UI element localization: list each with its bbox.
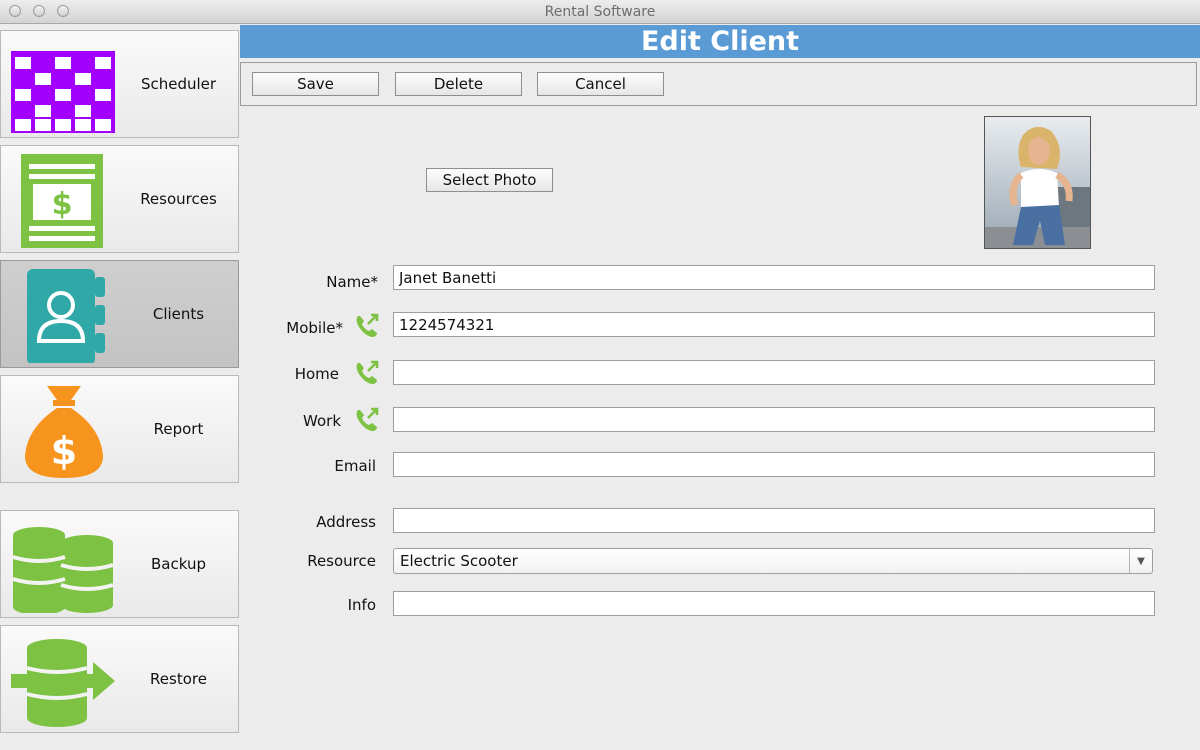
sidebar-item-resources[interactable]: $ Resources (0, 145, 239, 253)
mobile-field[interactable] (393, 312, 1155, 337)
phone-call-icon[interactable] (353, 359, 381, 387)
resource-selected-value: Electric Scooter (400, 552, 518, 570)
sidebar-item-label: Clients (152, 305, 205, 323)
window-title: Rental Software (544, 4, 656, 20)
delete-button[interactable]: Delete (395, 72, 522, 96)
address-field[interactable] (393, 508, 1155, 533)
info-label: Info (347, 596, 376, 614)
page-header: Edit Client (240, 25, 1200, 58)
sidebar-item-label: Backup (151, 555, 206, 573)
mobile-label: Mobile* (286, 319, 343, 337)
money-bag-icon: $ (25, 386, 103, 478)
database-icon (12, 527, 114, 613)
sidebar-item-backup[interactable]: Backup (0, 510, 239, 618)
sidebar-item-label: Resources (140, 190, 217, 208)
home-label: Home (294, 365, 339, 383)
restore-database-icon (11, 639, 115, 727)
select-photo-button[interactable]: Select Photo (426, 168, 553, 192)
email-field[interactable] (393, 452, 1155, 477)
sidebar-item-scheduler[interactable]: Scheduler (0, 30, 239, 138)
home-field[interactable] (393, 360, 1155, 385)
sidebar-item-label: Report (153, 420, 204, 438)
chevron-down-icon[interactable]: ▼ (1129, 549, 1152, 573)
address-book-icon (27, 269, 105, 363)
phone-call-icon[interactable] (353, 406, 381, 434)
sidebar-item-report[interactable]: $ Report (0, 375, 239, 483)
client-photo-image (985, 117, 1090, 248)
sidebar-item-clients[interactable]: Clients (0, 260, 239, 368)
info-field[interactable] (393, 591, 1155, 616)
page-title: Edit Client (640, 26, 800, 57)
toolbar: Save Delete Cancel (240, 62, 1197, 106)
svg-text:$: $ (52, 187, 73, 222)
work-label: Work (303, 412, 341, 430)
address-label: Address (316, 513, 376, 531)
resource-select[interactable]: Electric Scooter ▼ (393, 548, 1153, 574)
sidebar-item-restore[interactable]: Restore (0, 625, 239, 733)
work-field[interactable] (393, 407, 1155, 432)
cancel-button[interactable]: Cancel (537, 72, 664, 96)
sidebar-item-label: Scheduler (140, 75, 217, 93)
svg-text:$: $ (51, 429, 77, 473)
calendar-icon (11, 51, 115, 133)
name-field[interactable] (393, 265, 1155, 290)
name-label: Name* (326, 273, 378, 291)
phone-call-icon[interactable] (353, 312, 381, 340)
save-button[interactable]: Save (252, 72, 379, 96)
client-photo (984, 116, 1091, 249)
window-title-bar: Rental Software (0, 0, 1200, 24)
price-list-icon: $ (21, 154, 103, 248)
sidebar-item-label: Restore (150, 670, 207, 688)
email-label: Email (334, 457, 376, 475)
resource-label: Resource (307, 552, 376, 570)
